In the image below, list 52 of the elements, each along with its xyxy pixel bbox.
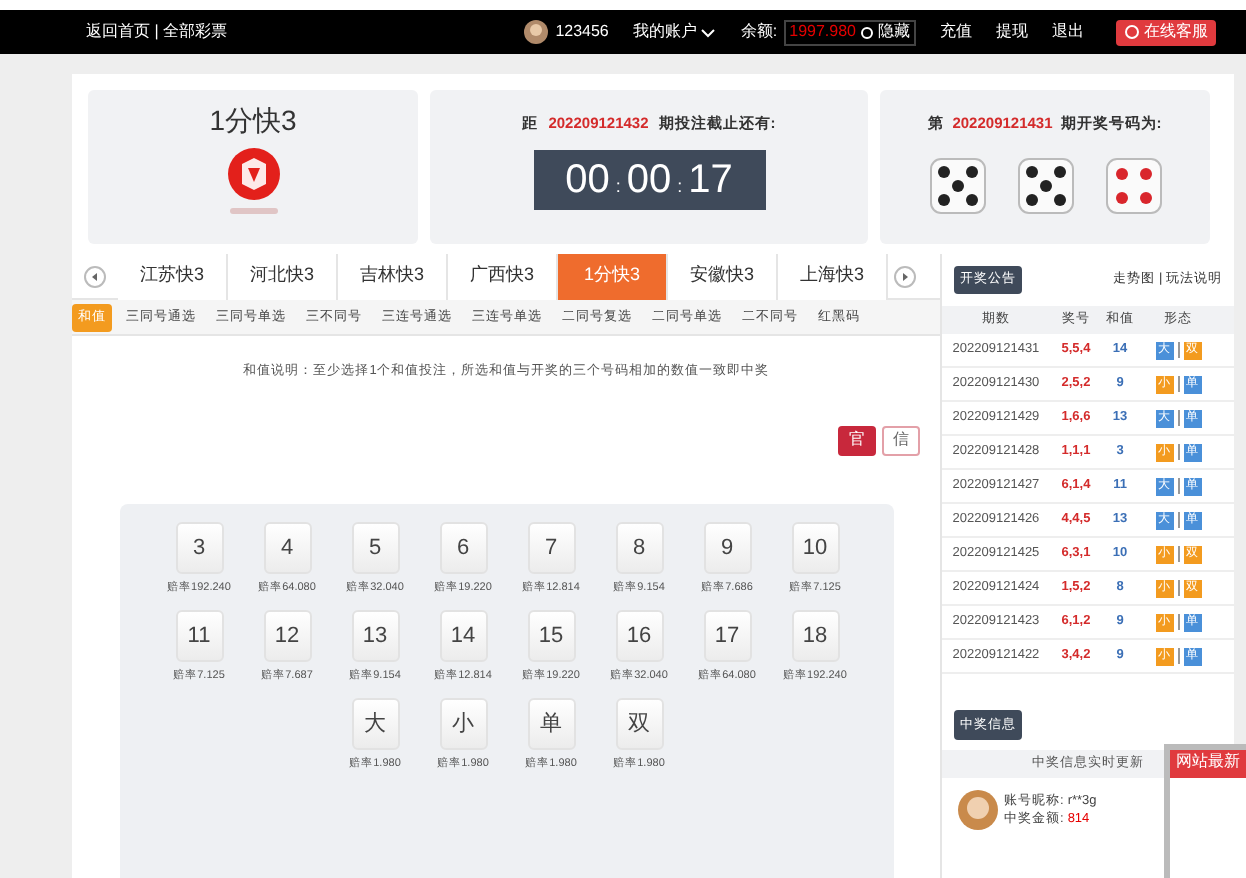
logo-shadow: [229, 208, 277, 214]
number-button[interactable]: 13: [351, 610, 399, 662]
number-button[interactable]: 16: [615, 610, 663, 662]
number-button[interactable]: 双: [615, 698, 663, 751]
number-button[interactable]: 4: [263, 521, 311, 574]
number-button[interactable]: 8: [615, 521, 663, 574]
game-tab[interactable]: 上海快3: [778, 253, 888, 299]
username: 123456: [555, 20, 609, 44]
time-digits: 17: [688, 156, 733, 207]
number-button[interactable]: 7: [527, 521, 575, 574]
time-digits: 00: [565, 156, 610, 207]
game-tab[interactable]: 江苏快3: [118, 253, 228, 299]
number-button[interactable]: 15: [527, 610, 575, 662]
number-button[interactable]: 12: [263, 610, 311, 662]
game-title: 1分快3: [209, 102, 297, 140]
popup-title: 网站最新: [1170, 750, 1246, 778]
number-button[interactable]: 18: [791, 610, 839, 662]
time-separator: :: [615, 173, 621, 199]
number-button[interactable]: 9: [703, 521, 751, 574]
number-button[interactable]: 小: [439, 698, 487, 751]
account-menu[interactable]: 我的账户: [632, 20, 717, 44]
game-tab[interactable]: 安徽快3: [668, 253, 778, 299]
number-button[interactable]: 6: [439, 521, 487, 574]
top-link[interactable]: 退出: [1052, 20, 1084, 44]
avatar-icon: [958, 790, 998, 830]
number-button[interactable]: 14: [439, 610, 487, 662]
top-link[interactable]: 充值: [940, 20, 972, 44]
home-links[interactable]: 返回首页 | 全部彩票: [86, 20, 228, 44]
game-tab[interactable]: 河北快3: [228, 253, 338, 299]
previous-icon: [84, 265, 106, 287]
number-button[interactable]: 大: [351, 698, 399, 751]
number-button[interactable]: 11: [175, 610, 223, 662]
lottery-logo-icon: [225, 146, 281, 202]
hide-link[interactable]: 隐藏: [878, 20, 910, 44]
next-icon: [894, 265, 916, 287]
mode-button[interactable]: 官: [838, 425, 876, 456]
number-button[interactable]: 10: [791, 521, 839, 574]
number-button[interactable]: 17: [703, 610, 751, 662]
mode-button[interactable]: 信: [882, 425, 920, 456]
balance-amount: 1997.980: [789, 20, 856, 44]
avatar-icon: [523, 20, 548, 44]
game-tab[interactable]: 吉林快3: [338, 253, 448, 299]
time-digits: 00: [626, 156, 672, 207]
time-separator: :: [677, 173, 683, 199]
number-button[interactable]: 3: [175, 521, 223, 574]
game-tab[interactable]: 广西快3: [448, 253, 558, 299]
number-button[interactable]: 单: [527, 698, 575, 751]
service-button[interactable]: 在线客服: [1116, 19, 1216, 45]
number-button[interactable]: 5: [351, 521, 399, 574]
balance-label: 余额:: [740, 20, 778, 44]
caret-icon: [700, 26, 717, 38]
top-link[interactable]: 提现: [996, 20, 1028, 44]
